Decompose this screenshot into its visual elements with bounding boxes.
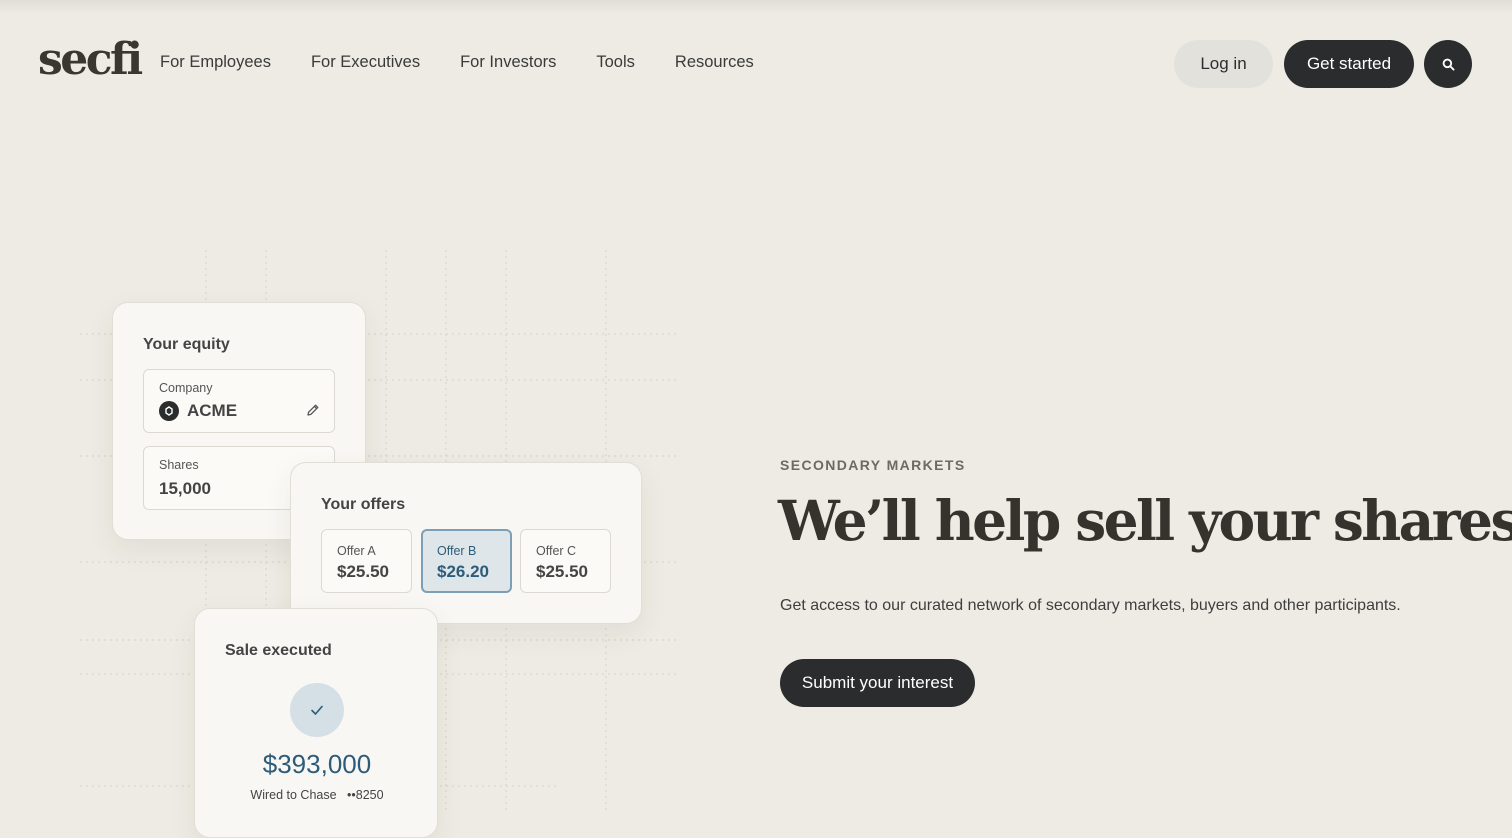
search-button[interactable] xyxy=(1424,40,1472,88)
company-label: Company xyxy=(159,381,213,395)
secfi-logo[interactable]: secfi xyxy=(38,30,143,90)
hero-subtext: Get access to our curated network of sec… xyxy=(780,597,1401,614)
offer-a-option[interactable]: Offer A $25.50 xyxy=(321,529,412,593)
sale-executed-card: Sale executed $393,000 Wired to Chase ••… xyxy=(194,608,438,838)
sale-note: Wired to Chase ••8250 xyxy=(195,788,439,802)
nav-for-executives[interactable]: For Executives xyxy=(311,50,420,74)
section-eyebrow: SECONDARY MARKETS xyxy=(780,457,966,473)
main-nav: For Employees For Executives For Investo… xyxy=(160,50,754,74)
nav-resources[interactable]: Resources xyxy=(675,50,754,74)
equity-card-title: Your equity xyxy=(143,336,230,353)
pencil-icon[interactable] xyxy=(306,403,320,417)
offer-price: $26.20 xyxy=(437,562,489,581)
login-button[interactable]: Log in xyxy=(1174,40,1273,88)
offer-c-option[interactable]: Offer C $25.50 xyxy=(520,529,611,593)
account-number: ••8250 xyxy=(347,788,384,802)
shares-value: 15,000 xyxy=(159,479,211,498)
nav-for-investors[interactable]: For Investors xyxy=(460,50,556,74)
company-logo-icon xyxy=(159,401,179,421)
offer-label: Offer C xyxy=(536,544,577,558)
sale-card-title: Sale executed xyxy=(225,642,332,659)
site-header: secfi For Employees For Executives For I… xyxy=(0,0,1512,128)
sale-amount: $393,000 xyxy=(262,749,372,779)
offers-card-title: Your offers xyxy=(321,496,406,513)
shares-label: Shares xyxy=(159,458,199,472)
offer-b-option[interactable]: Offer B $26.20 xyxy=(421,529,512,593)
check-icon xyxy=(311,705,323,715)
offer-label: Offer B xyxy=(437,544,477,558)
search-icon xyxy=(1442,58,1455,71)
check-badge xyxy=(290,683,344,737)
nav-for-employees[interactable]: For Employees xyxy=(160,50,271,74)
nav-tools[interactable]: Tools xyxy=(596,50,635,74)
hero-headline: We’ll help sell your shares xyxy=(778,488,1512,553)
get-started-button[interactable]: Get started xyxy=(1284,40,1414,88)
wired-to-text: Wired to Chase xyxy=(250,788,337,802)
company-row: ACME xyxy=(159,401,237,421)
offer-price: $25.50 xyxy=(337,562,389,581)
company-field[interactable]: Company ACME xyxy=(143,369,335,433)
offer-label: Offer A xyxy=(337,544,376,558)
your-offers-card: Your offers Offer A $25.50 Offer B $26.2… xyxy=(290,462,642,624)
offer-price: $25.50 xyxy=(536,562,588,581)
submit-interest-button[interactable]: Submit your interest xyxy=(780,659,975,707)
company-value: ACME xyxy=(187,401,238,420)
